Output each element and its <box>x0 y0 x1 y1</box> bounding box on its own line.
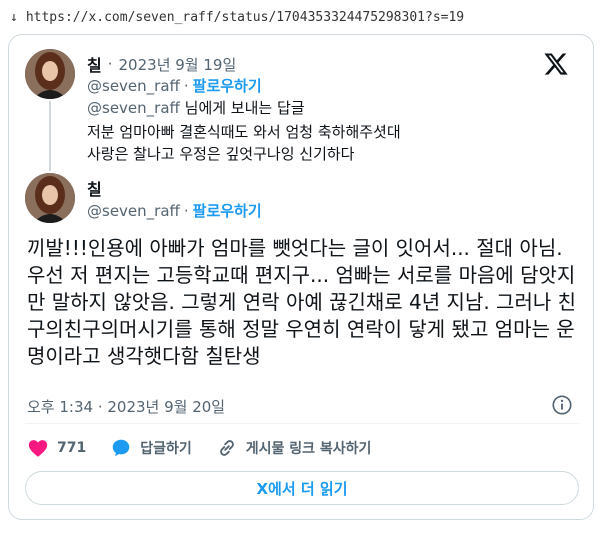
author-handle[interactable]: @seven_raff <box>87 77 180 95</box>
divider <box>25 423 579 424</box>
avatar[interactable] <box>25 173 75 223</box>
main-tweet-text: 끼발!!!인용에 아빠가 엄마를 뺏엇다는 글이 잇어서... 절대 아님. 우… <box>27 236 577 368</box>
read-more-button[interactable]: X에서 더 읽기 <box>25 471 579 505</box>
reply-button[interactable]: 답글하기 <box>110 437 192 459</box>
reply-text-line: 사랑은 찰나고 우정은 깊엇구나잉 신기하다 <box>87 145 355 163</box>
reply-tweet-header: 칠 · 2023년 9월 19일 <box>87 52 236 76</box>
download-arrow-icon: ↓ <box>10 9 18 25</box>
x-logo-icon[interactable] <box>543 51 569 77</box>
follow-button[interactable]: 팔로우하기 <box>193 75 262 96</box>
author-name[interactable]: 칠 <box>87 52 102 76</box>
action-bar: 771 답글하기 게시물 링크 복사하기 <box>27 437 395 459</box>
info-icon[interactable] <box>551 394 573 416</box>
copy-link-button[interactable]: 게시물 링크 복사하기 <box>216 437 372 459</box>
author-handle[interactable]: @seven_raff <box>87 202 180 220</box>
heart-icon <box>28 440 48 457</box>
tweet-timestamp[interactable]: 오후 1:34 · 2023년 9월 20일 <box>27 396 225 417</box>
tweet-date[interactable]: 2023년 9월 19일 <box>119 54 237 75</box>
replying-to: @seven_raff 님에게 보내는 답글 <box>87 97 305 118</box>
separator: · <box>107 55 113 73</box>
url-text[interactable]: https://x.com/seven_raff/status/17043533… <box>26 10 464 25</box>
follow-button[interactable]: 팔로우하기 <box>193 200 262 221</box>
author-name[interactable]: 칠 <box>87 176 102 200</box>
separator: · <box>183 201 189 220</box>
main-handle-row: @seven_raff · 팔로우하기 <box>87 200 262 221</box>
reply-bubble-icon <box>112 439 130 457</box>
link-icon <box>219 440 234 456</box>
reply-handle-row: @seven_raff · 팔로우하기 <box>87 75 262 96</box>
reply-text-line: 저분 엄마아빠 결혼식때도 와서 엄청 축하해주셧대 <box>87 123 401 141</box>
separator: · <box>183 76 189 95</box>
like-button[interactable]: 771 <box>27 437 86 459</box>
reply-label: 답글하기 <box>140 441 192 457</box>
copy-link-label: 게시물 링크 복사하기 <box>245 441 372 457</box>
avatar[interactable] <box>25 49 75 99</box>
reply-tweet-text: 저분 엄마아빠 결혼식때도 와서 엄청 축하해주셧대 사랑은 찰나고 우정은 깊… <box>87 121 401 165</box>
thread-line <box>49 101 51 171</box>
tweet-embed-card: 칠 · 2023년 9월 19일 @seven_raff · 팔로우하기 @se… <box>8 34 594 520</box>
reply-to-handle[interactable]: @seven_raff <box>87 99 180 117</box>
reply-to-text: 님에게 보내는 답글 <box>184 99 305 117</box>
address-bar[interactable]: ↓ https://x.com/seven_raff/status/170435… <box>0 0 600 34</box>
like-count: 771 <box>57 440 87 456</box>
